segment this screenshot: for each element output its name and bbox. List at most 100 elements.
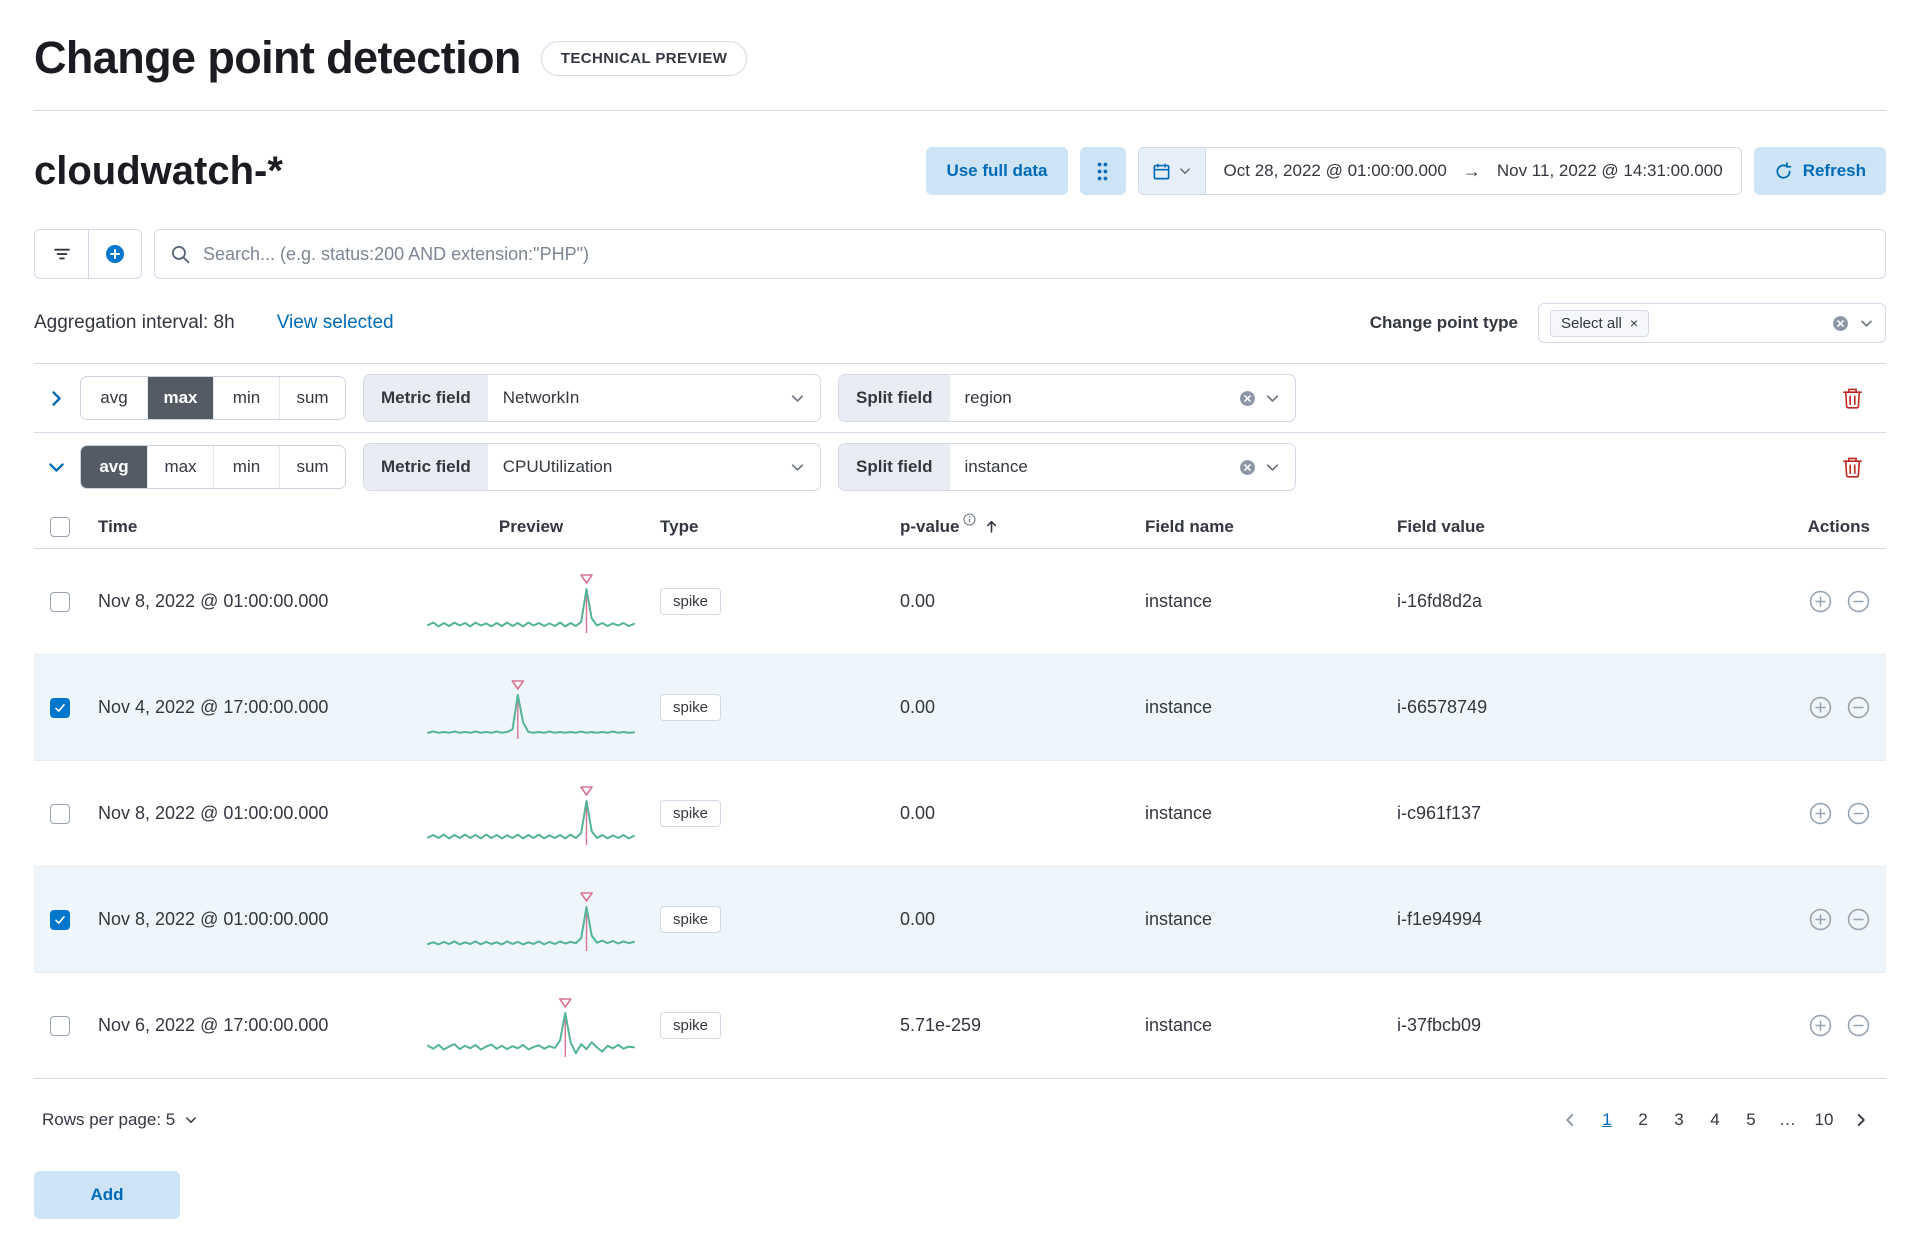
- clear-selection-button[interactable]: [1832, 315, 1849, 332]
- agg-function-avg-button[interactable]: avg: [81, 446, 147, 488]
- refresh-button[interactable]: Refresh: [1753, 147, 1886, 195]
- remove-tag-icon[interactable]: ×: [1630, 316, 1638, 330]
- agg-function-max-button[interactable]: max: [147, 377, 213, 419]
- filter-for-value-button[interactable]: [1809, 590, 1832, 613]
- minus-in-circle-icon: [1847, 696, 1870, 719]
- collapse-config-button[interactable]: [34, 445, 78, 489]
- sort-ascending-icon: [983, 518, 1000, 535]
- table-row: Nov 4, 2022 @ 17:00:00.000 spike 0.00 in…: [34, 655, 1886, 761]
- end-date-button[interactable]: Nov 11, 2022 @ 14:31:00.000: [1497, 161, 1723, 181]
- column-header-p-value[interactable]: p-value: [900, 513, 1145, 537]
- view-selected-link[interactable]: View selected: [277, 312, 394, 334]
- use-full-data-button[interactable]: Use full data: [926, 147, 1068, 195]
- filter-out-value-button[interactable]: [1847, 696, 1870, 719]
- change-point-config-list: avg max min sum Metric field NetworkIn Spli…: [34, 363, 1886, 1161]
- filter-button[interactable]: [35, 230, 88, 278]
- refresh-icon: [1774, 161, 1793, 181]
- trash-icon: [1841, 456, 1864, 479]
- filter-out-value-button[interactable]: [1847, 590, 1870, 613]
- p-value-cell: 5.71e-259: [900, 1015, 982, 1035]
- type-cell: spike: [660, 588, 900, 615]
- page-3-button[interactable]: 3: [1663, 1103, 1695, 1137]
- metric-field-value: NetworkIn: [502, 388, 580, 407]
- actions-cell: [1776, 1014, 1886, 1037]
- page-title: Change point detection: [34, 32, 521, 83]
- metric-field-select[interactable]: NetworkIn: [488, 375, 820, 421]
- page-1-button[interactable]: 1: [1591, 1103, 1623, 1137]
- quick-select-date-button[interactable]: [1138, 148, 1206, 194]
- row-checkbox[interactable]: [50, 909, 70, 930]
- selected-type-tag: Select all ×: [1550, 309, 1650, 337]
- preview-cell: [410, 993, 660, 1059]
- page-5-button[interactable]: 5: [1735, 1103, 1767, 1137]
- apps-grid-icon: [1094, 161, 1111, 182]
- filter-out-value-button[interactable]: [1847, 1014, 1870, 1037]
- metric-field-select[interactable]: CPUUtilization: [488, 444, 820, 490]
- clear-split-field-button[interactable]: [1239, 459, 1256, 476]
- trash-icon: [1841, 387, 1864, 410]
- delete-config-button[interactable]: [1841, 456, 1864, 479]
- field-name-cell: instance: [1145, 591, 1213, 611]
- filter-out-value-button[interactable]: [1847, 908, 1870, 931]
- change-point-type-badge: spike: [660, 694, 722, 721]
- delete-config-button[interactable]: [1841, 387, 1864, 410]
- previous-page-button[interactable]: [1553, 1111, 1587, 1129]
- type-cell: spike: [660, 694, 900, 721]
- column-header-time[interactable]: Time: [98, 517, 410, 537]
- field-name-cell: instance: [1145, 697, 1213, 717]
- change-point-type-badge: spike: [660, 1012, 722, 1039]
- filter-for-value-button[interactable]: [1809, 802, 1832, 825]
- apps-grid-button[interactable]: [1079, 147, 1126, 195]
- next-page-button[interactable]: [1844, 1111, 1878, 1129]
- page-10-button[interactable]: 10: [1808, 1103, 1840, 1137]
- agg-function-button-group: avg max min sum: [80, 376, 346, 420]
- start-date-button[interactable]: Oct 28, 2022 @ 01:00:00.000: [1224, 161, 1447, 181]
- selected-type-tag-label: Select all: [1561, 314, 1622, 332]
- p-value-cell: 0.00: [900, 909, 936, 929]
- agg-function-min-button[interactable]: min: [213, 377, 279, 419]
- agg-function-sum-button[interactable]: sum: [279, 377, 345, 419]
- minus-in-circle-icon: [1847, 590, 1870, 613]
- chevron-right-icon: [1852, 1111, 1870, 1129]
- filter-for-value-button[interactable]: [1809, 696, 1832, 719]
- change-point-type-badge: spike: [660, 800, 722, 827]
- agg-function-sum-button[interactable]: sum: [279, 446, 345, 488]
- time-cell: Nov 4, 2022 @ 17:00:00.000: [98, 697, 329, 717]
- search-input[interactable]: [203, 243, 1870, 265]
- chevron-down-icon: [790, 460, 805, 475]
- add-config-button[interactable]: Add: [34, 1171, 180, 1219]
- search-row: [34, 229, 1886, 279]
- sparkline-chart: [427, 785, 635, 845]
- split-field-label: Split field: [839, 375, 950, 421]
- chevron-down-icon: [1265, 460, 1280, 475]
- split-field-combobox[interactable]: instance: [950, 444, 1296, 490]
- filter-for-value-button[interactable]: [1809, 1014, 1832, 1037]
- select-all-checkbox[interactable]: [50, 516, 70, 537]
- agg-function-avg-button[interactable]: avg: [81, 377, 147, 419]
- column-header-actions: Actions: [1807, 516, 1870, 536]
- date-range-arrow-icon: →: [1462, 160, 1481, 181]
- row-checkbox[interactable]: [50, 803, 70, 824]
- rows-per-page-button[interactable]: Rows per page: 5: [42, 1110, 198, 1130]
- agg-function-min-button[interactable]: min: [213, 446, 279, 488]
- row-checkbox[interactable]: [50, 697, 70, 718]
- page-2-button[interactable]: 2: [1627, 1103, 1659, 1137]
- row-checkbox[interactable]: [50, 1015, 70, 1036]
- row-checkbox[interactable]: [50, 591, 70, 612]
- split-field-group: Split field region: [838, 374, 1296, 422]
- add-filter-button[interactable]: [88, 230, 141, 278]
- header-divider: [34, 110, 1886, 111]
- change-point-type-combobox[interactable]: Select all ×: [1538, 303, 1886, 343]
- expand-config-button[interactable]: [34, 376, 78, 420]
- change-point-type-badge: spike: [660, 588, 722, 615]
- field-name-cell: instance: [1145, 803, 1213, 823]
- agg-function-max-button[interactable]: max: [147, 446, 213, 488]
- chevron-right-icon: [47, 389, 66, 408]
- preview-cell: [410, 675, 660, 741]
- filter-for-value-button[interactable]: [1809, 908, 1832, 931]
- split-field-combobox[interactable]: region: [950, 375, 1296, 421]
- filter-out-value-button[interactable]: [1847, 802, 1870, 825]
- time-cell: Nov 6, 2022 @ 17:00:00.000: [98, 1015, 329, 1035]
- page-4-button[interactable]: 4: [1699, 1103, 1731, 1137]
- clear-split-field-button[interactable]: [1239, 390, 1256, 407]
